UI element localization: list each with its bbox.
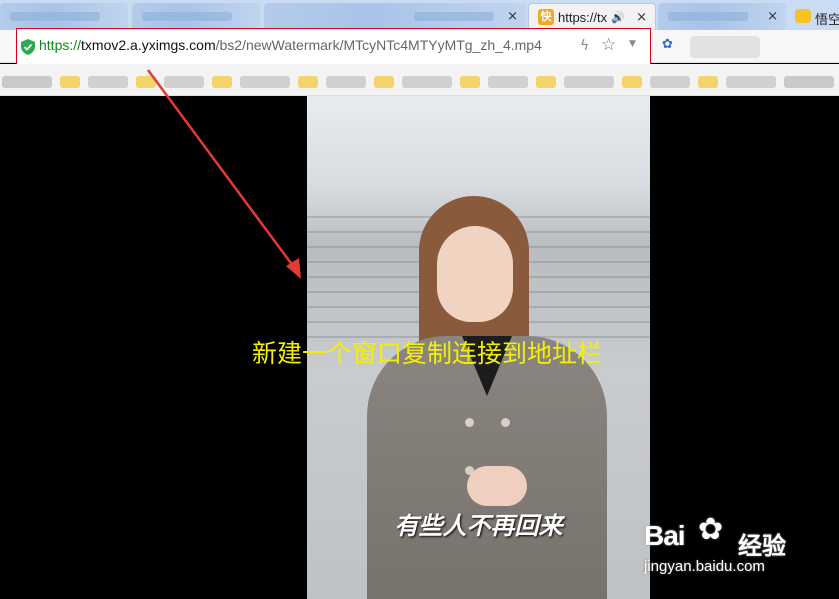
yellow-app-icon (795, 9, 811, 23)
bookmark-item[interactable] (488, 76, 528, 88)
bookmark-item[interactable] (650, 76, 690, 88)
bookmark-item[interactable] (622, 76, 642, 88)
tab-2[interactable] (132, 3, 260, 30)
speaker-icon[interactable]: 🔊 (611, 11, 625, 24)
bookmark-item[interactable] (726, 76, 776, 88)
bookmark-item[interactable] (2, 76, 52, 88)
bookmark-item[interactable] (374, 76, 394, 88)
video-subtitle: 有些人不再回来 (394, 512, 563, 540)
toolbar-blurred-item (690, 36, 760, 58)
person-hand (467, 466, 527, 506)
browser-tab-strip: × 快 https://tx 🔊 × × 悟空 (0, 0, 839, 30)
star-icon[interactable]: ☆ (601, 35, 616, 55)
annotation-caption: 新建一个窗口复制连接到地址栏 (252, 339, 603, 368)
baidu-paw-logo-icon: ✿ (698, 512, 724, 547)
tab-title: 悟空 (815, 12, 839, 27)
tab-title-blurred (142, 12, 232, 21)
bookmark-item[interactable] (88, 76, 128, 88)
watermark-url: jingyan.baidu.com (644, 558, 765, 575)
bookmark-item[interactable] (212, 76, 232, 88)
person-face (437, 226, 513, 322)
bookmark-item[interactable] (326, 76, 366, 88)
dropdown-icon[interactable]: ▼ (629, 39, 636, 49)
green-shield-icon (21, 39, 35, 55)
url-path: /bs2/newWatermark/MTcyNTc4MTYyMTg_zh_4.m… (215, 37, 542, 53)
tab-title: https://tx (558, 10, 608, 25)
bookmark-bar (0, 64, 839, 96)
tab-close-icon[interactable]: × (636, 10, 647, 25)
bookmark-item[interactable] (402, 76, 452, 88)
watermark-brand: 经验 (738, 532, 786, 560)
tab-close-icon[interactable]: × (507, 9, 518, 24)
tab-1[interactable] (0, 3, 128, 30)
tab-5[interactable]: × (658, 3, 786, 30)
bookmark-item[interactable] (60, 76, 80, 88)
bookmark-item[interactable] (564, 76, 614, 88)
url-scheme: https:// (39, 37, 82, 53)
bookmark-item[interactable] (240, 76, 290, 88)
url-text[interactable]: https://txmov2.a.yximgs.com/bs2/newWater… (39, 37, 573, 53)
url-host: txmov2.a.yximgs.com (81, 37, 216, 53)
baidu-paw-icon[interactable]: ✿ (662, 37, 673, 52)
bookmark-item[interactable] (164, 76, 204, 88)
tab-active[interactable]: 快 https://tx 🔊 × (528, 3, 656, 30)
bookmark-item[interactable] (298, 76, 318, 88)
baidu-jingyan-watermark: Bai ✿ 经验 jingyan.baidu.com (640, 512, 830, 582)
bookmark-item[interactable] (460, 76, 480, 88)
orange-app-icon: 快 (538, 9, 554, 25)
tab-title-blurred (668, 12, 748, 21)
watermark-logo: Bai (644, 520, 686, 551)
bookmark-item[interactable] (784, 76, 834, 88)
tab-6[interactable]: 悟空 (790, 3, 839, 30)
bolt-icon[interactable]: ϟ (580, 38, 589, 54)
screenshot-root: × 快 https://tx 🔊 × × 悟空 ✿ https://txmov2… (0, 0, 839, 599)
dress-button (465, 418, 474, 427)
dress-button (501, 418, 510, 427)
bookmark-item[interactable] (698, 76, 718, 88)
tab-title-blurred (10, 12, 100, 21)
tab-title-blurred (414, 12, 494, 21)
tab-close-icon[interactable]: × (767, 9, 778, 24)
address-bar[interactable]: https://txmov2.a.yximgs.com/bs2/newWater… (16, 28, 651, 69)
tab-3[interactable]: × (264, 3, 526, 30)
bookmark-item[interactable] (136, 76, 156, 88)
bookmark-item[interactable] (536, 76, 556, 88)
